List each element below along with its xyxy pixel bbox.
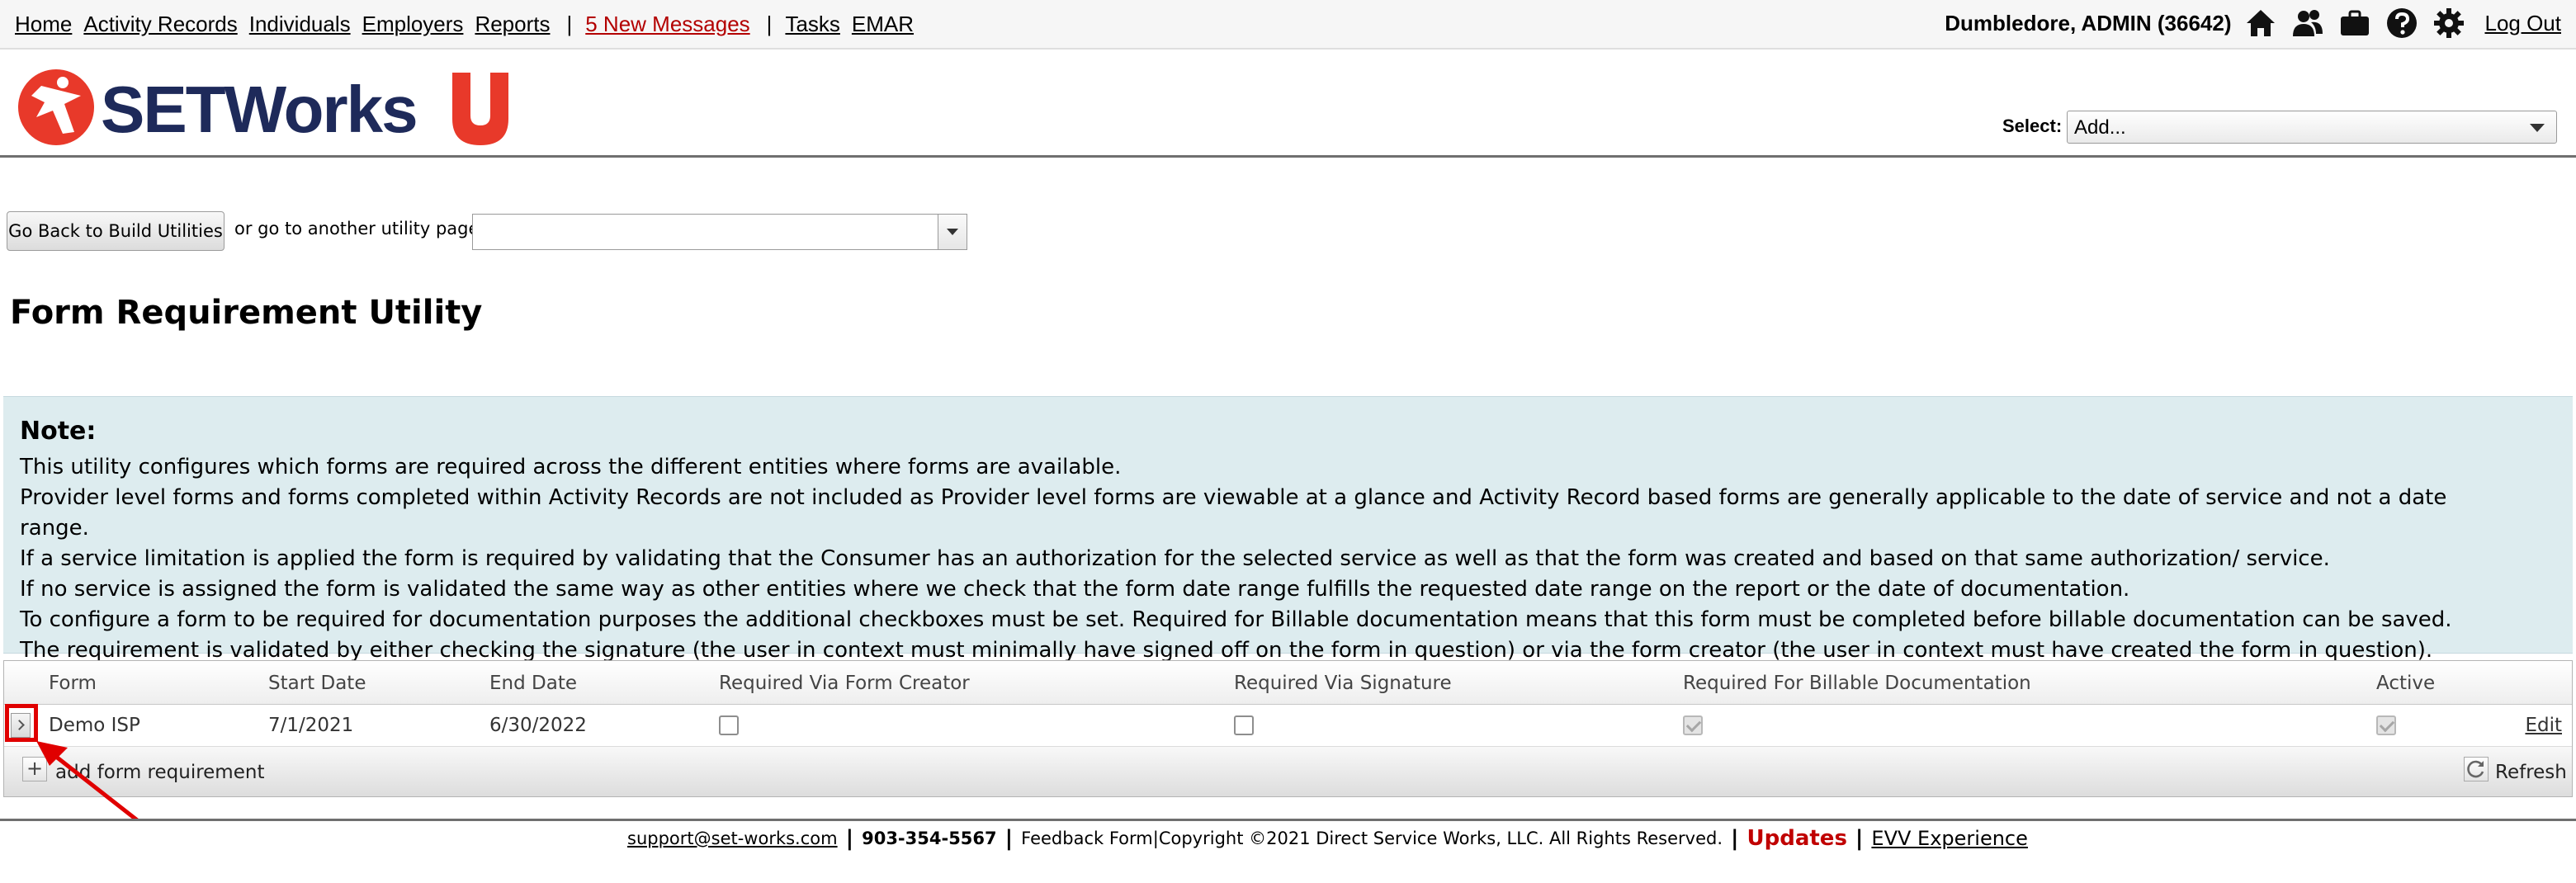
footer-separator: | <box>1731 826 1739 851</box>
note-line: To configure a form to be required for d… <box>20 607 2452 663</box>
people-icon[interactable] <box>2291 7 2324 40</box>
app-header: SETWorks Select: Add... <box>0 50 2576 158</box>
column-header-start-date[interactable]: Start Date <box>268 673 366 694</box>
help-icon[interactable] <box>2385 7 2418 40</box>
note-line: If no service is assigned the form is va… <box>20 577 2130 602</box>
nav-link-reports[interactable]: Reports <box>475 12 550 37</box>
back-to-build-utilities-button[interactable]: Go Back to Build Utilities <box>7 211 225 251</box>
copyright-text: Copyright ©2021 Direct Service Works, LL… <box>1158 829 1723 848</box>
utility-page-select[interactable] <box>472 214 967 250</box>
checkbox-required-via-form-creator[interactable] <box>719 715 739 735</box>
gear-icon[interactable] <box>2432 7 2465 40</box>
chevron-down-icon <box>2530 124 2545 132</box>
footer-separator: | <box>1855 826 1864 851</box>
cell-form: Demo ISP <box>49 715 140 736</box>
home-icon[interactable] <box>2244 7 2277 40</box>
column-header-required-via-form-creator[interactable]: Required Via Form Creator <box>719 673 970 694</box>
nav-link-activity-records[interactable]: Activity Records <box>83 12 237 37</box>
info-note-panel: Note: This utility configures which form… <box>3 396 2573 663</box>
nav-link-new-messages[interactable]: 5 New Messages <box>585 12 749 37</box>
column-header-end-date[interactable]: End Date <box>489 673 577 694</box>
refresh-icon[interactable] <box>2464 757 2489 781</box>
checkbox-active[interactable] <box>2376 715 2396 735</box>
column-header-required-for-billable-documentation[interactable]: Required For Billable Documentation <box>1683 673 2031 694</box>
grid-header-row: Form Start Date End Date Required Via Fo… <box>4 661 2572 705</box>
nav-link-home[interactable]: Home <box>15 12 72 37</box>
footer-separator: | <box>1004 826 1014 851</box>
nav-separator: | <box>766 11 773 36</box>
main-nav-links: Home Activity Records Individuals Employ… <box>15 8 925 40</box>
page-title: Form Requirement Utility <box>10 294 483 332</box>
form-requirement-grid: Form Start Date End Date Required Via Fo… <box>3 660 2573 797</box>
footer-separator: | <box>845 826 854 851</box>
support-email-link[interactable]: support@set-works.com <box>627 829 838 848</box>
top-navigation-bar: Home Activity Records Individuals Employ… <box>0 0 2576 50</box>
briefcase-icon[interactable] <box>2338 7 2371 40</box>
evv-experience-link[interactable]: EVV Experience <box>1871 827 2027 850</box>
note-line: Provider level forms and forms completed… <box>20 485 2447 541</box>
column-header-active[interactable]: Active <box>2376 673 2435 694</box>
page-footer: support@set-works.com | 903-354-5567 | F… <box>0 819 2576 883</box>
dropdown-arrow-icon[interactable] <box>938 215 967 249</box>
refresh-button[interactable]: Refresh <box>2495 762 2567 783</box>
note-heading: Note: <box>20 417 97 446</box>
goto-utility-label: or go to another utility page: <box>234 219 485 238</box>
quick-add-select[interactable]: Add... <box>2067 111 2557 144</box>
nav-link-employers[interactable]: Employers <box>362 12 464 37</box>
nav-link-individuals[interactable]: Individuals <box>249 12 351 37</box>
feedback-form-link[interactable]: Feedback Form <box>1021 829 1153 848</box>
quick-add-label: Select: <box>2002 116 2063 136</box>
column-header-required-via-signature[interactable]: Required Via Signature <box>1234 673 1452 694</box>
setworks-logo[interactable]: SETWorks <box>17 66 512 149</box>
footer-separator: | <box>1152 829 1159 848</box>
column-header-form[interactable]: Form <box>49 673 97 694</box>
grid-footer-toolbar: + add form requirement Refresh <box>4 747 2572 796</box>
nav-link-tasks[interactable]: Tasks <box>785 12 839 37</box>
edit-row-link[interactable]: Edit <box>2525 715 2562 736</box>
logo-u-badge <box>452 73 508 145</box>
nav-separator: | <box>566 11 573 36</box>
note-line: This utility configures which forms are … <box>20 455 1122 479</box>
checkbox-required-via-signature[interactable] <box>1234 715 1254 735</box>
checkbox-required-for-billable-documentation[interactable] <box>1683 715 1703 735</box>
support-phone: 903-354-5567 <box>862 829 997 848</box>
footer-links: support@set-works.com | 903-354-5567 | F… <box>627 826 2028 851</box>
nav-link-emar[interactable]: EMAR <box>852 12 914 37</box>
logout-link[interactable]: Log Out <box>2484 11 2561 36</box>
cell-start-date: 7/1/2021 <box>268 715 354 736</box>
logo-wordmark: SETWorks <box>101 73 417 146</box>
current-user-label: Dumbledore, ADMIN (36642) <box>1945 10 2232 35</box>
quick-add-value: Add... <box>2074 116 2126 139</box>
updates-link[interactable]: Updates <box>1747 826 1847 851</box>
note-line: If a service limitation is applied the f… <box>20 546 2330 571</box>
table-row: Demo ISP 7/1/2021 6/30/2022 Edit <box>4 705 2572 747</box>
user-toolbar: Dumbledore, ADMIN (36642) Log Out <box>1945 5 2561 41</box>
cell-end-date: 6/30/2022 <box>489 715 587 736</box>
